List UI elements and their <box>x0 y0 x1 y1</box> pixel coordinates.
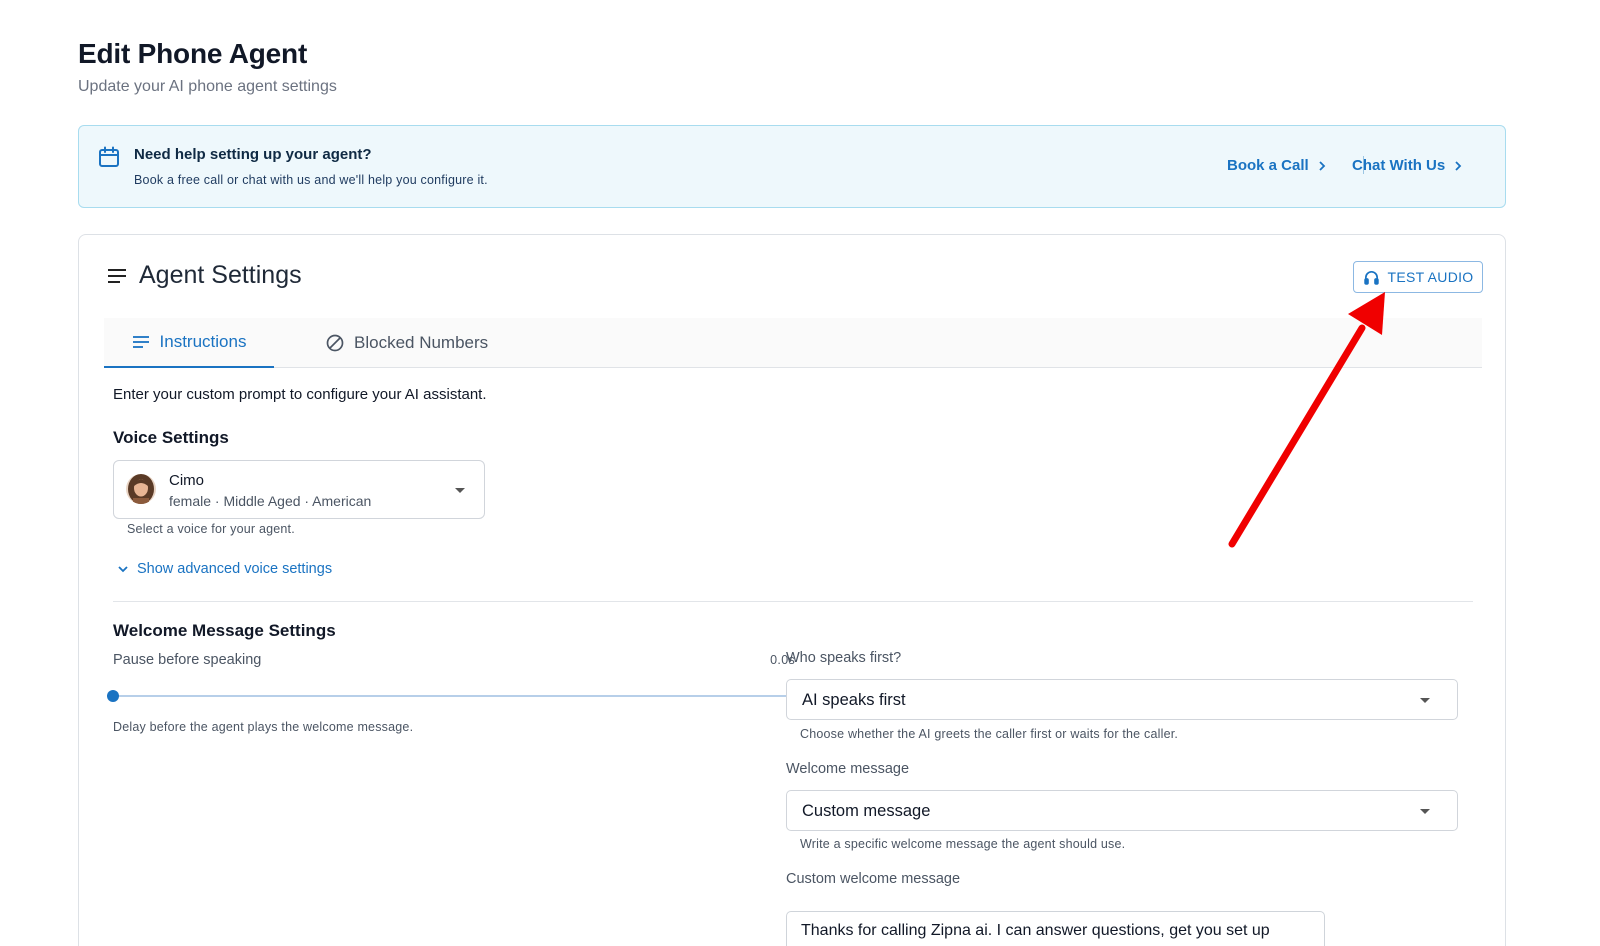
pause-slider-thumb[interactable] <box>107 690 119 702</box>
book-call-link[interactable]: Book a Call <box>1227 157 1327 174</box>
chat-with-us-label: Chat With Us <box>1352 157 1446 174</box>
list-icon <box>132 336 149 348</box>
settings-tabs: Instructions Blocked Numbers <box>104 318 1482 368</box>
pause-label: Pause before speaking <box>113 652 262 668</box>
pause-helper: Delay before the agent plays the welcome… <box>113 720 414 734</box>
headphones-icon <box>1363 270 1379 285</box>
chat-with-us-link[interactable]: Chat With Us <box>1352 157 1463 174</box>
block-icon <box>326 334 344 352</box>
who-speaks-select[interactable]: AI speaks first <box>786 679 1458 720</box>
help-banner: Need help setting up your agent? Book a … <box>78 125 1506 208</box>
page-subtitle: Update your AI phone agent settings <box>78 78 337 95</box>
calendar-icon <box>99 146 119 167</box>
caret-down-icon <box>1420 698 1430 703</box>
voice-settings-title: Voice Settings <box>113 428 229 447</box>
pause-slider-track[interactable] <box>113 695 797 697</box>
welcome-message-label: Welcome message <box>786 761 910 777</box>
custom-welcome-textarea[interactable]: Thanks for calling Zipna ai. I can answe… <box>786 911 1325 946</box>
voice-select[interactable]: Cimo female · Middle Aged · American <box>113 460 485 519</box>
instructions-intro: Enter your custom prompt to configure yo… <box>113 386 487 403</box>
tab-instructions-label: Instructions <box>159 332 247 351</box>
welcome-message-value: Custom message <box>802 802 931 820</box>
chevron-right-icon <box>1319 160 1325 171</box>
welcome-message-select[interactable]: Custom message <box>786 790 1458 831</box>
help-banner-text: Book a free call or chat with us and we'… <box>134 173 488 187</box>
who-speaks-label: Who speaks first? <box>786 650 902 666</box>
voice-meta: female · Middle Aged · American <box>169 493 372 509</box>
agent-settings-card: Agent Settings TEST AUDIO Instructions B… <box>78 234 1506 946</box>
test-audio-button[interactable]: TEST AUDIO <box>1353 261 1483 293</box>
test-audio-label: TEST AUDIO <box>1387 269 1474 285</box>
page-title: Edit Phone Agent <box>78 38 308 69</box>
caret-down-icon <box>455 488 465 493</box>
tab-blocked-numbers-label: Blocked Numbers <box>354 333 489 352</box>
caret-down-icon <box>1420 809 1430 814</box>
welcome-settings-title: Welcome Message Settings <box>113 621 336 640</box>
help-banner-title: Need help setting up your agent? <box>134 146 372 163</box>
tab-blocked-numbers[interactable]: Blocked Numbers <box>326 318 488 368</box>
tab-instructions[interactable]: Instructions <box>104 318 274 368</box>
menu-lines-icon <box>108 269 126 283</box>
advanced-link-label: Show advanced voice settings <box>137 561 333 577</box>
book-call-label: Book a Call <box>1227 157 1309 174</box>
who-speaks-value: AI speaks first <box>802 691 906 709</box>
avatar <box>126 474 156 504</box>
chevron-down-icon <box>118 566 128 573</box>
custom-welcome-value: Thanks for calling Zipna ai. I can answe… <box>801 922 1270 939</box>
welcome-message-helper: Write a specific welcome message the age… <box>800 837 1126 851</box>
chevron-right-icon <box>1455 160 1462 171</box>
custom-welcome-label: Custom welcome message <box>786 871 961 887</box>
who-speaks-helper: Choose whether the AI greets the caller … <box>800 727 1179 741</box>
agent-settings-title: Agent Settings <box>139 261 302 289</box>
voice-helper: Select a voice for your agent. <box>127 522 295 536</box>
show-advanced-voice-settings-link[interactable]: Show advanced voice settings <box>117 561 332 577</box>
section-divider <box>113 601 1473 602</box>
voice-name: Cimo <box>169 472 205 489</box>
